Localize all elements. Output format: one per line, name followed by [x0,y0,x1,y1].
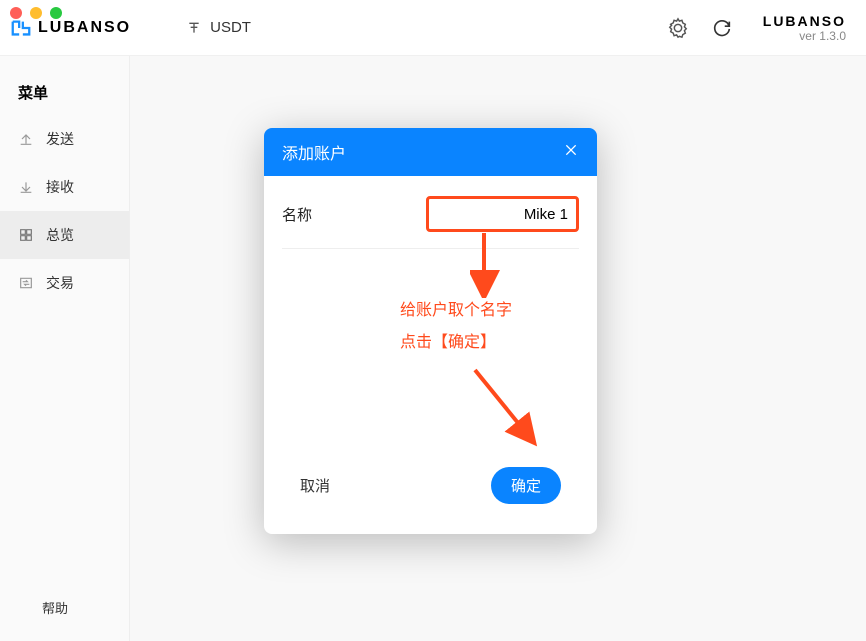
modal-close-button[interactable] [563,141,579,164]
download-icon [18,179,34,195]
sidebar-item-label: 交易 [46,273,74,293]
modal-title: 添加账户 [282,140,346,164]
swap-icon [18,275,34,291]
sidebar-help[interactable]: 帮助 [0,580,129,641]
close-icon [563,142,579,158]
maximize-window-icon[interactable] [50,7,62,19]
account-name-input[interactable] [429,199,574,229]
tether-icon [186,20,202,36]
sidebar-item-transactions[interactable]: 交易 [0,259,129,307]
app-header: LUBANSO USDT LUBANSO ver 1.3.0 [0,0,866,56]
modal-header: 添加账户 [264,128,597,176]
currency-label: USDT [210,19,251,36]
gear-icon [667,17,689,39]
sidebar-item-send[interactable]: 发送 [0,115,129,163]
sidebar: 菜单 发送 接收 总览 交易 帮助 [0,56,130,641]
modal-footer: 取消 确定 [264,449,597,534]
sidebar-item-overview[interactable]: 总览 [0,211,129,259]
cancel-button[interactable]: 取消 [300,475,330,496]
brand-right-text: LUBANSO [763,13,846,29]
version-text: ver 1.3.0 [763,29,846,43]
minimize-window-icon[interactable] [30,7,42,19]
settings-button[interactable] [665,15,691,41]
sidebar-menu-title: 菜单 [0,74,129,115]
brand-text: LUBANSO [38,19,131,37]
account-name-row: 名称 [282,196,579,249]
grid-icon [18,227,34,243]
brand-logo: LUBANSO [10,17,131,39]
sidebar-item-receive[interactable]: 接收 [0,163,129,211]
upload-icon [18,131,34,147]
sidebar-item-label: 发送 [46,129,74,149]
refresh-icon [711,17,733,39]
confirm-button[interactable]: 确定 [491,467,561,504]
add-account-modal: 添加账户 名称 取消 确定 [264,128,597,534]
refresh-button[interactable] [709,15,735,41]
window-controls [10,7,62,19]
sidebar-item-label: 接收 [46,177,74,197]
close-window-icon[interactable] [10,7,22,19]
brand-version: LUBANSO ver 1.3.0 [763,13,846,43]
account-name-label: 名称 [282,204,312,225]
sidebar-item-label: 总览 [46,225,74,245]
lubanso-logo-icon [10,17,32,39]
annotation-highlight-box [426,196,579,232]
currency-selector[interactable]: USDT [186,19,251,36]
